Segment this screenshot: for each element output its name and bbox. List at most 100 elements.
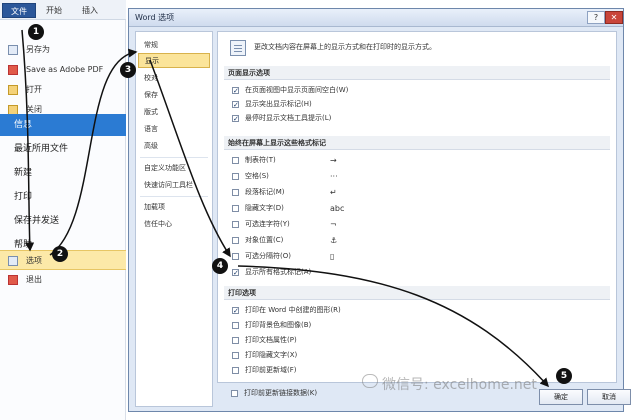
backstage-exit[interactable]: 退出 (0, 270, 126, 290)
mark-symbol: ¬ (330, 220, 337, 229)
backstage-save-send[interactable]: 保存并发送 (0, 210, 126, 232)
checkbox[interactable] (232, 322, 239, 329)
step-badge-4: 4 (212, 258, 228, 274)
checkbox[interactable] (232, 173, 239, 180)
folder-open-icon (8, 85, 18, 95)
option-label: 制表符(T) (245, 156, 276, 164)
option-label: 打印前更新域(F) (245, 366, 297, 374)
nav-quick-access[interactable]: 快速访问工具栏 (138, 178, 210, 193)
checkbox[interactable] (232, 367, 239, 374)
backstage-open[interactable]: 打开 (0, 80, 126, 100)
dialog-titlebar: Word 选项 ? ✕ (129, 9, 623, 27)
pdf-icon (8, 65, 18, 75)
options-nav: 常规 显示 校对 保存 版式 语言 高级 自定义功能区 快速访问工具栏 加载项 … (135, 31, 213, 407)
option-label: 可选分隔符(O) (245, 252, 291, 260)
backstage-save-as[interactable]: 另存为 (0, 40, 126, 60)
backstage-item-label: 打开 (26, 85, 42, 94)
nav-display[interactable]: 显示 (138, 53, 210, 68)
checkbox[interactable] (232, 113, 239, 126)
step-badge-2: 2 (52, 246, 68, 262)
nav-advanced[interactable]: 高级 (138, 139, 210, 154)
option-label: 悬停时显示文档工具提示(L) (245, 114, 332, 122)
step-badge-5: 5 (556, 368, 572, 384)
mark-symbol: → (330, 156, 337, 165)
checkbox[interactable] (232, 205, 239, 212)
backstage-item-label: Save as Adobe PDF (26, 65, 104, 74)
nav-language[interactable]: 语言 (138, 122, 210, 137)
step-badge-3: 3 (120, 62, 136, 78)
checkbox[interactable] (232, 305, 239, 318)
ribbon-tab-bar: 文件 开始 插入 (0, 0, 126, 20)
backstage-item-label: 选项 (26, 256, 42, 265)
backstage-new[interactable]: 新建 (0, 162, 126, 184)
section-page-display: 页面显示选项 (224, 66, 610, 80)
mark-symbol: abc (330, 204, 345, 213)
word-options-dialog: Word 选项 ? ✕ 常规 显示 校对 保存 版式 语言 高级 自定义功能区 … (128, 8, 631, 412)
option-label: 打印隐藏文字(X) (245, 351, 298, 359)
save-as-icon (8, 45, 18, 55)
options-content: 更改文档内容在屏幕上的显示方式和在打印时的显示方式。 页面显示选项 在页面视图中… (217, 31, 617, 383)
option-label: 显示突出显示标记(H) (245, 100, 312, 108)
cancel-button[interactable]: 取消 (587, 389, 631, 405)
nav-customize-ribbon[interactable]: 自定义功能区 (138, 161, 210, 176)
close-button[interactable]: ✕ (605, 11, 623, 24)
watermark-text: 微信号: excelhome.net (382, 377, 537, 393)
option-label: 显示所有格式标记(A) (245, 268, 312, 276)
option-label: 打印前更新链接数据(K) (244, 389, 318, 397)
checkbox[interactable] (232, 352, 239, 359)
backstage-print[interactable]: 打印 (0, 186, 126, 208)
tab-home[interactable]: 开始 (38, 3, 70, 18)
wechat-icon (362, 374, 378, 388)
display-settings-icon (230, 40, 246, 56)
checkbox[interactable] (232, 85, 239, 98)
backstage-item-label: 另存为 (26, 45, 50, 54)
checkbox[interactable] (232, 157, 239, 164)
nav-trust-center[interactable]: 信任中心 (138, 217, 210, 232)
backstage-item-label: 退出 (26, 275, 42, 284)
exit-icon (8, 275, 18, 285)
mark-symbol: ··· (330, 172, 338, 181)
option-label: 隐藏文字(D) (245, 204, 284, 212)
backstage-panel: 文件 开始 插入 另存为 Save as Adobe PDF 打开 关闭 信息 … (0, 0, 126, 420)
option-label: 打印文档属性(P) (245, 336, 297, 344)
backstage-info[interactable]: 信息 (0, 114, 126, 136)
option-label: 可选连字符(Y) (245, 220, 290, 228)
nav-add-ins[interactable]: 加载项 (138, 200, 210, 215)
tab-file[interactable]: 文件 (2, 3, 36, 18)
step-badge-1: 1 (28, 24, 44, 40)
option-label: 段落标记(M) (245, 188, 285, 196)
nav-divider (140, 157, 208, 158)
option-label: 打印在 Word 中创建的图形(R) (245, 306, 341, 314)
checkbox[interactable] (232, 237, 239, 244)
nav-save[interactable]: 保存 (138, 88, 210, 103)
nav-layout[interactable]: 版式 (138, 105, 210, 120)
checkbox[interactable] (232, 253, 239, 260)
section-format-marks: 始终在屏幕上显示这些格式标记 (224, 136, 610, 150)
mark-symbol: ▯ (330, 252, 335, 261)
nav-divider (140, 196, 208, 197)
help-button[interactable]: ? (587, 11, 605, 24)
ok-button[interactable]: 确定 (539, 389, 583, 405)
checkbox[interactable] (232, 99, 239, 112)
option-label: 对象位置(C) (245, 236, 284, 244)
option-label: 打印背景色和图像(B) (245, 321, 312, 329)
backstage-save-as-pdf[interactable]: Save as Adobe PDF (0, 60, 126, 80)
checkbox[interactable] (232, 221, 239, 228)
options-icon (8, 256, 18, 266)
dialog-title: Word 选项 (135, 13, 175, 22)
checkbox[interactable] (232, 337, 239, 344)
checkbox[interactable] (231, 390, 238, 397)
mark-symbol: ↵ (330, 188, 337, 197)
backstage-recent[interactable]: 最近所用文件 (0, 138, 126, 160)
mark-symbol: ⚓ (330, 236, 338, 245)
checkbox[interactable] (232, 267, 239, 280)
option-label: 在页面视图中显示页面间空白(W) (245, 86, 349, 94)
section-description: 更改文档内容在屏幕上的显示方式和在打印时的显示方式。 (254, 43, 436, 51)
backstage-item-label: 关闭 (26, 105, 42, 114)
tab-insert[interactable]: 插入 (74, 3, 106, 18)
nav-proofing[interactable]: 校对 (138, 71, 210, 86)
checkbox[interactable] (232, 189, 239, 196)
section-print: 打印选项 (224, 286, 610, 300)
option-label: 空格(S) (245, 172, 269, 180)
nav-general[interactable]: 常规 (138, 38, 210, 53)
